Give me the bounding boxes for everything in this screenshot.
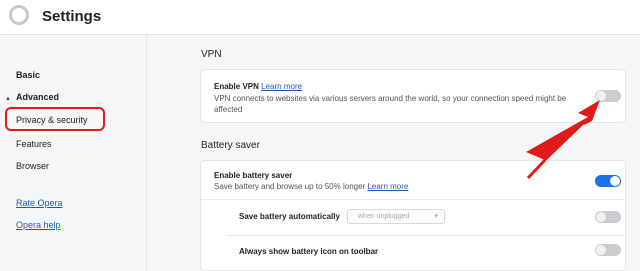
annotation-arrow-icon <box>526 100 600 180</box>
